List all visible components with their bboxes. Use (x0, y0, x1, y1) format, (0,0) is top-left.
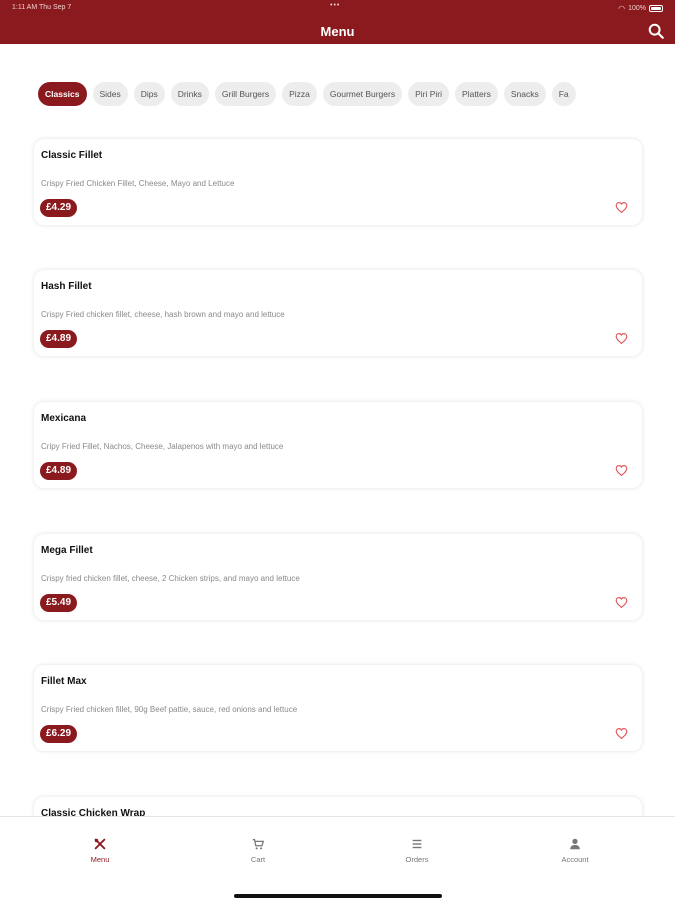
category-chip[interactable]: Snacks (503, 82, 546, 106)
price-badge: £4.29 (40, 199, 78, 217)
menu-item-name: Hash Fillet (41, 281, 92, 292)
menu-item-card[interactable]: Classic Fillet Crispy Fried Chicken Fille… (34, 139, 642, 225)
menu-item-name: Classic Fillet (41, 150, 103, 161)
category-chip[interactable]: Gourmet Burgers (322, 82, 403, 106)
price-badge: £4.89 (40, 462, 78, 480)
tab-label-cart: Cart (250, 855, 266, 864)
search-icon[interactable] (647, 22, 665, 40)
heart-icon[interactable] (615, 464, 628, 477)
heart-icon[interactable] (615, 596, 628, 609)
tab-orders[interactable]: Orders (377, 837, 457, 864)
menu-item-name: Mexicana (41, 413, 87, 424)
menu-item-description: Crispy Fried Chicken Fillet, Cheese, May… (41, 179, 235, 188)
cart-icon (252, 838, 265, 850)
battery-icon (649, 5, 663, 12)
battery-percent: 100% (628, 5, 646, 12)
tab-cart[interactable]: Cart (218, 837, 298, 864)
tab-label-menu: Menu (90, 855, 110, 864)
utensils-icon (94, 838, 106, 850)
category-chip[interactable]: Sides (92, 82, 128, 106)
heart-icon[interactable] (615, 332, 628, 345)
category-chip[interactable]: Drinks (170, 82, 209, 106)
price-badge: £4.89 (40, 330, 78, 348)
menu-item-card[interactable]: Hash Fillet Crispy Fried chicken fillet, … (34, 270, 642, 356)
category-bar[interactable]: Classics Sides Dips Drinks Grill Burgers Pizz… (38, 82, 641, 106)
home-indicator (234, 894, 442, 898)
menu-item-description: Cripy Fried Fillet, Nachos, Cheese, Jala… (41, 442, 284, 451)
menu-item-name: Fillet Max (41, 676, 87, 687)
category-chip[interactable]: Classics (38, 82, 87, 106)
category-chip[interactable]: Platters (455, 82, 498, 106)
tab-account[interactable]: Account (535, 837, 615, 864)
menu-item-card[interactable]: Mexicana Cripy Fried Fillet, Nachos, Chee… (34, 402, 642, 488)
wifi-icon: ◠ (618, 4, 626, 13)
heart-icon[interactable] (615, 727, 628, 740)
status-bar: 1:11 AM Thu Sep 7 ••• ◠ 100% (0, 0, 675, 16)
menu-item-card[interactable]: Mega Fillet Crispy fried chicken fillet, … (34, 534, 642, 620)
account-icon (570, 838, 580, 850)
price-badge: £6.29 (40, 725, 78, 743)
menu-item-description: Crispy fried chicken fillet, cheese, 2 C… (41, 574, 300, 583)
page-title: Menu (320, 24, 355, 39)
category-chip[interactable]: Dips (133, 82, 165, 106)
tab-bar: Menu Cart Orders Account (0, 816, 675, 900)
menu-item-description: Crispy Fried chicken fillet, cheese, has… (41, 310, 285, 319)
price-badge: £5.49 (40, 594, 78, 612)
category-chip[interactable]: Piri Piri (408, 82, 450, 106)
menu-item-name: Mega Fillet (41, 545, 93, 556)
status-time: 1:11 AM Thu Sep 7 (12, 4, 72, 11)
menu-item-description: Crispy Fried chicken fillet, 90g Beef pa… (41, 705, 298, 714)
multitask-dots: ••• (330, 2, 341, 9)
menu-item-card[interactable]: Fillet Max Crispy Fried chicken fillet, 9… (34, 665, 642, 751)
category-chip[interactable]: Pizza (282, 82, 317, 106)
tab-label-account: Account (561, 855, 589, 864)
status-indicators: ◠ 100% (618, 4, 663, 13)
app-header: 1:11 AM Thu Sep 7 ••• ◠ 100% Menu (0, 0, 675, 44)
tab-menu[interactable]: Menu (60, 837, 140, 864)
tab-label-orders: Orders (405, 855, 429, 864)
category-chip[interactable]: Fa (551, 82, 576, 106)
orders-icon (412, 839, 422, 849)
category-chip[interactable]: Grill Burgers (214, 82, 277, 106)
heart-icon[interactable] (615, 201, 628, 214)
